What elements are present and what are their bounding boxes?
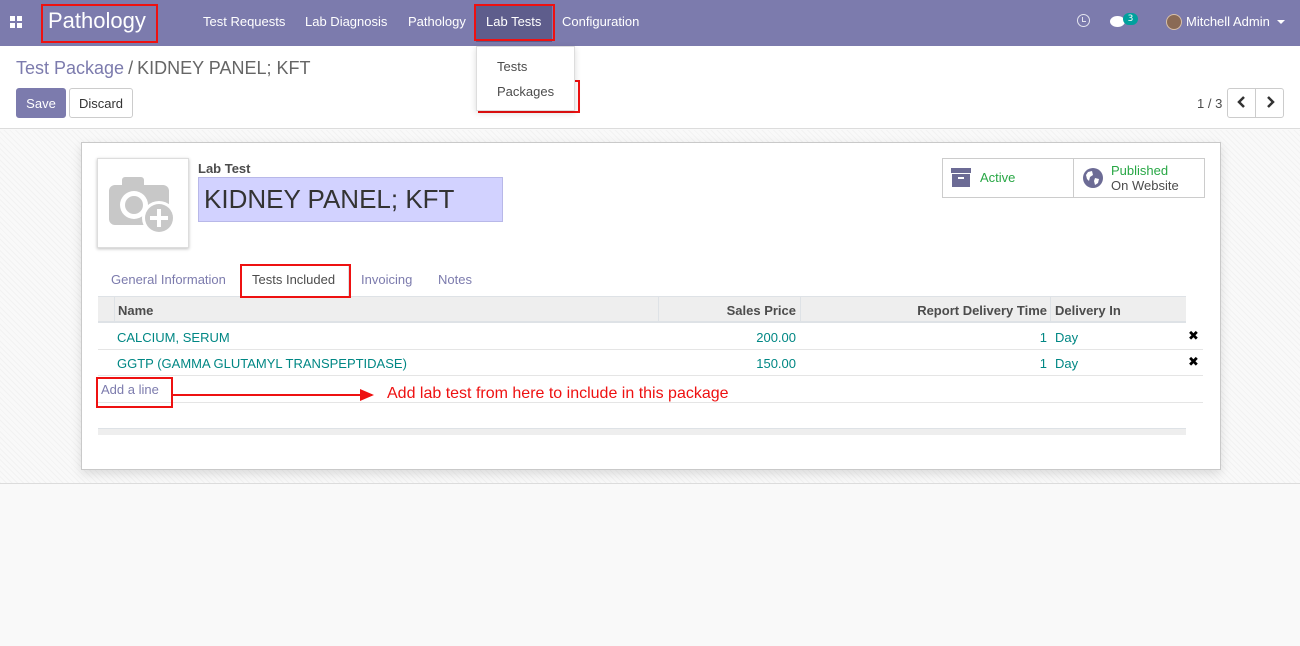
table-header: Name Sales Price Report Delivery Time De… xyxy=(98,296,1186,323)
published-label: Published xyxy=(1111,163,1169,178)
cell-report-delivery-time[interactable]: 1 xyxy=(802,330,1047,345)
user-name[interactable]: Mitchell Admin xyxy=(1186,14,1270,29)
dropdown-item-tests[interactable]: Tests xyxy=(497,59,527,74)
dropdown-item-packages[interactable]: Packages xyxy=(497,84,554,99)
column-separator xyxy=(658,297,659,322)
name-field[interactable]: KIDNEY PANEL; KFT xyxy=(198,177,503,222)
image-upload[interactable] xyxy=(97,158,189,248)
annotation-arrow-line xyxy=(172,394,372,396)
published-sublabel: On Website xyxy=(1111,178,1179,193)
globe-icon xyxy=(1083,168,1103,188)
breadcrumb: Test Package / KIDNEY PANEL; KFT xyxy=(16,58,310,79)
pager-value: 1 / 3 xyxy=(1197,96,1223,111)
add-a-line-link[interactable]: Add a line xyxy=(101,382,159,397)
header-sales-price[interactable]: Sales Price xyxy=(660,303,796,318)
menu-lab-tests[interactable]: Lab Tests xyxy=(486,14,541,29)
tab-tests-included[interactable]: Tests Included xyxy=(252,272,335,287)
save-button[interactable]: Save xyxy=(16,88,66,118)
table-footer xyxy=(98,428,1186,435)
menu-configuration[interactable]: Configuration xyxy=(562,14,639,29)
breadcrumb-separator: / xyxy=(128,58,134,78)
header-report-delivery-time[interactable]: Report Delivery Time xyxy=(802,303,1047,318)
tab-invoicing[interactable]: Invoicing xyxy=(361,272,412,287)
tab-general-information[interactable]: General Information xyxy=(111,272,226,287)
cell-sales-price[interactable]: 200.00 xyxy=(660,330,796,345)
chevron-left-icon xyxy=(1236,95,1245,108)
activity-clock-icon[interactable] xyxy=(1077,14,1090,27)
column-separator xyxy=(1050,297,1051,322)
cell-name[interactable]: CALCIUM, SERUM xyxy=(117,330,230,345)
column-separator xyxy=(114,297,115,322)
top-navbar: Pathology Test Requests Lab Diagnosis Pa… xyxy=(0,0,1300,46)
breadcrumb-current: KIDNEY PANEL; KFT xyxy=(137,58,311,78)
delete-row-icon[interactable]: ✖ xyxy=(1188,355,1199,370)
annotation-text: Add lab test from here to include in thi… xyxy=(387,385,729,402)
menu-lab-diagnosis[interactable]: Lab Diagnosis xyxy=(305,14,387,29)
user-avatar[interactable] xyxy=(1166,14,1182,30)
pager-next-button[interactable] xyxy=(1255,88,1284,118)
camera-add-icon xyxy=(109,177,176,235)
tab-notes[interactable]: Notes xyxy=(438,272,472,287)
cell-delivery-in[interactable]: Day xyxy=(1055,356,1078,371)
cell-name[interactable]: GGTP (GAMMA GLUTAMYL TRANSPEPTIDASE) xyxy=(117,356,407,371)
menu-pathology[interactable]: Pathology xyxy=(408,14,466,29)
app-brand[interactable]: Pathology xyxy=(48,8,146,34)
lab-tests-dropdown: Tests Packages xyxy=(476,46,575,111)
header-name[interactable]: Name xyxy=(118,303,153,318)
published-button[interactable]: Published On Website xyxy=(1073,158,1205,198)
pager-previous-button[interactable] xyxy=(1227,88,1256,118)
apps-grid-icon[interactable] xyxy=(10,16,22,28)
table-row[interactable]: GGTP (GAMMA GLUTAMYL TRANSPEPTIDASE) 150… xyxy=(98,350,1203,376)
discard-button[interactable]: Discard xyxy=(69,88,133,118)
cell-report-delivery-time[interactable]: 1 xyxy=(802,356,1047,371)
delete-row-icon[interactable]: ✖ xyxy=(1188,329,1199,344)
user-menu-caret-icon[interactable] xyxy=(1277,20,1285,24)
annotation-arrow-head xyxy=(360,389,374,401)
chat-count-badge: 3 xyxy=(1123,13,1138,25)
menu-test-requests[interactable]: Test Requests xyxy=(203,14,285,29)
control-panel: Test Package / KIDNEY PANEL; KFT Save Disc… xyxy=(0,46,1300,129)
cell-sales-price[interactable]: 150.00 xyxy=(660,356,796,371)
breadcrumb-parent[interactable]: Test Package xyxy=(16,58,124,78)
table-row[interactable]: CALCIUM, SERUM 200.00 1 Day ✖ xyxy=(98,324,1203,350)
cell-delivery-in[interactable]: Day xyxy=(1055,330,1078,345)
chevron-right-icon xyxy=(1266,95,1275,108)
active-label: Active xyxy=(980,170,1016,185)
active-toggle-button[interactable]: Active xyxy=(942,158,1074,198)
column-separator xyxy=(800,297,801,322)
archive-icon xyxy=(951,168,971,187)
header-delivery-in[interactable]: Delivery In xyxy=(1055,303,1121,318)
lab-test-label: Lab Test xyxy=(198,161,251,176)
